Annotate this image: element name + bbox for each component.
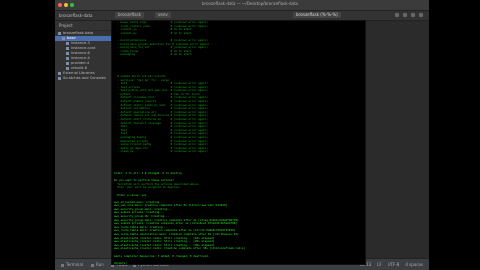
project-tree-item-label: base xyxy=(67,36,76,40)
project-tree-item-label: External Libraries xyxy=(63,71,95,75)
status-tab-run[interactable]: Run xyxy=(91,262,104,267)
line-separator[interactable]: LF xyxy=(377,262,382,267)
project-tree-item-label: instance-6 xyxy=(71,51,90,55)
project-tool-window: Project bronzeflask-data base instance-3 in… xyxy=(55,21,114,258)
folder-icon xyxy=(66,56,69,60)
project-tree-item-label: Scratches and Consoles xyxy=(63,76,106,80)
minimize-window-button[interactable] xyxy=(64,3,68,7)
project-panel-header[interactable]: Project xyxy=(55,21,113,31)
terminal-icon xyxy=(61,263,64,267)
project-tree-item-label: bronzeflask-data xyxy=(63,31,94,35)
terminal-window[interactable]: - bower_extra_args # (unknown error agai… xyxy=(111,20,366,265)
folder-icon xyxy=(66,51,69,55)
project-tree-item-label: rebuild-6 xyxy=(71,66,88,70)
project-tree: bronzeflask-data base instance-3 instance-c… xyxy=(55,31,113,81)
search-icon[interactable] xyxy=(419,13,423,17)
project-tree-item-label: provider-4 xyxy=(71,61,90,65)
run-icon[interactable] xyxy=(395,13,399,17)
folder-icon xyxy=(66,61,69,65)
file-encoding[interactable]: UTF-8 xyxy=(388,262,400,267)
zoom-window-button[interactable] xyxy=(70,3,74,7)
project-tree-item-label: instance-4 xyxy=(71,56,90,60)
project-folder-icon xyxy=(58,76,61,80)
project-breadcrumb[interactable]: bronzeflask-data xyxy=(59,13,92,18)
window-title: bronzeflask-data — ~/Desktop/bronzeflask… xyxy=(201,1,298,6)
project-tree-item-label: instance-cont xyxy=(71,46,96,50)
debug-icon[interactable] xyxy=(403,13,407,17)
toolbar-actions xyxy=(395,13,423,17)
folder-icon xyxy=(62,36,65,40)
project-tree-item-label: instance-3 xyxy=(71,41,90,45)
project-tree-item[interactable]: Scratches and Consoles xyxy=(55,76,113,81)
stop-icon[interactable] xyxy=(411,13,415,17)
project-folder-icon xyxy=(58,71,61,75)
folder-icon xyxy=(66,66,69,70)
indent-setting[interactable]: 4 spaces xyxy=(405,262,423,267)
title-bar: bronzeflask-data — ~/Desktop/bronzeflask… xyxy=(55,0,429,11)
breadcrumb-tab[interactable]: bronzeflask xyxy=(115,12,145,18)
status-tab-terminal[interactable]: Terminal xyxy=(61,262,83,267)
close-window-button[interactable] xyxy=(58,3,62,7)
window-controls xyxy=(58,3,74,7)
folder-icon xyxy=(66,41,69,45)
project-folder-icon xyxy=(58,31,61,35)
breadcrumb-tab[interactable]: venv xyxy=(155,12,171,18)
run-configuration-select[interactable]: bronzeflask (%-%-%) xyxy=(293,12,341,18)
run-icon xyxy=(91,263,94,267)
folder-icon xyxy=(66,46,69,50)
status-indicators: 10:13 LF UTF-8 4 spaces xyxy=(360,262,423,267)
